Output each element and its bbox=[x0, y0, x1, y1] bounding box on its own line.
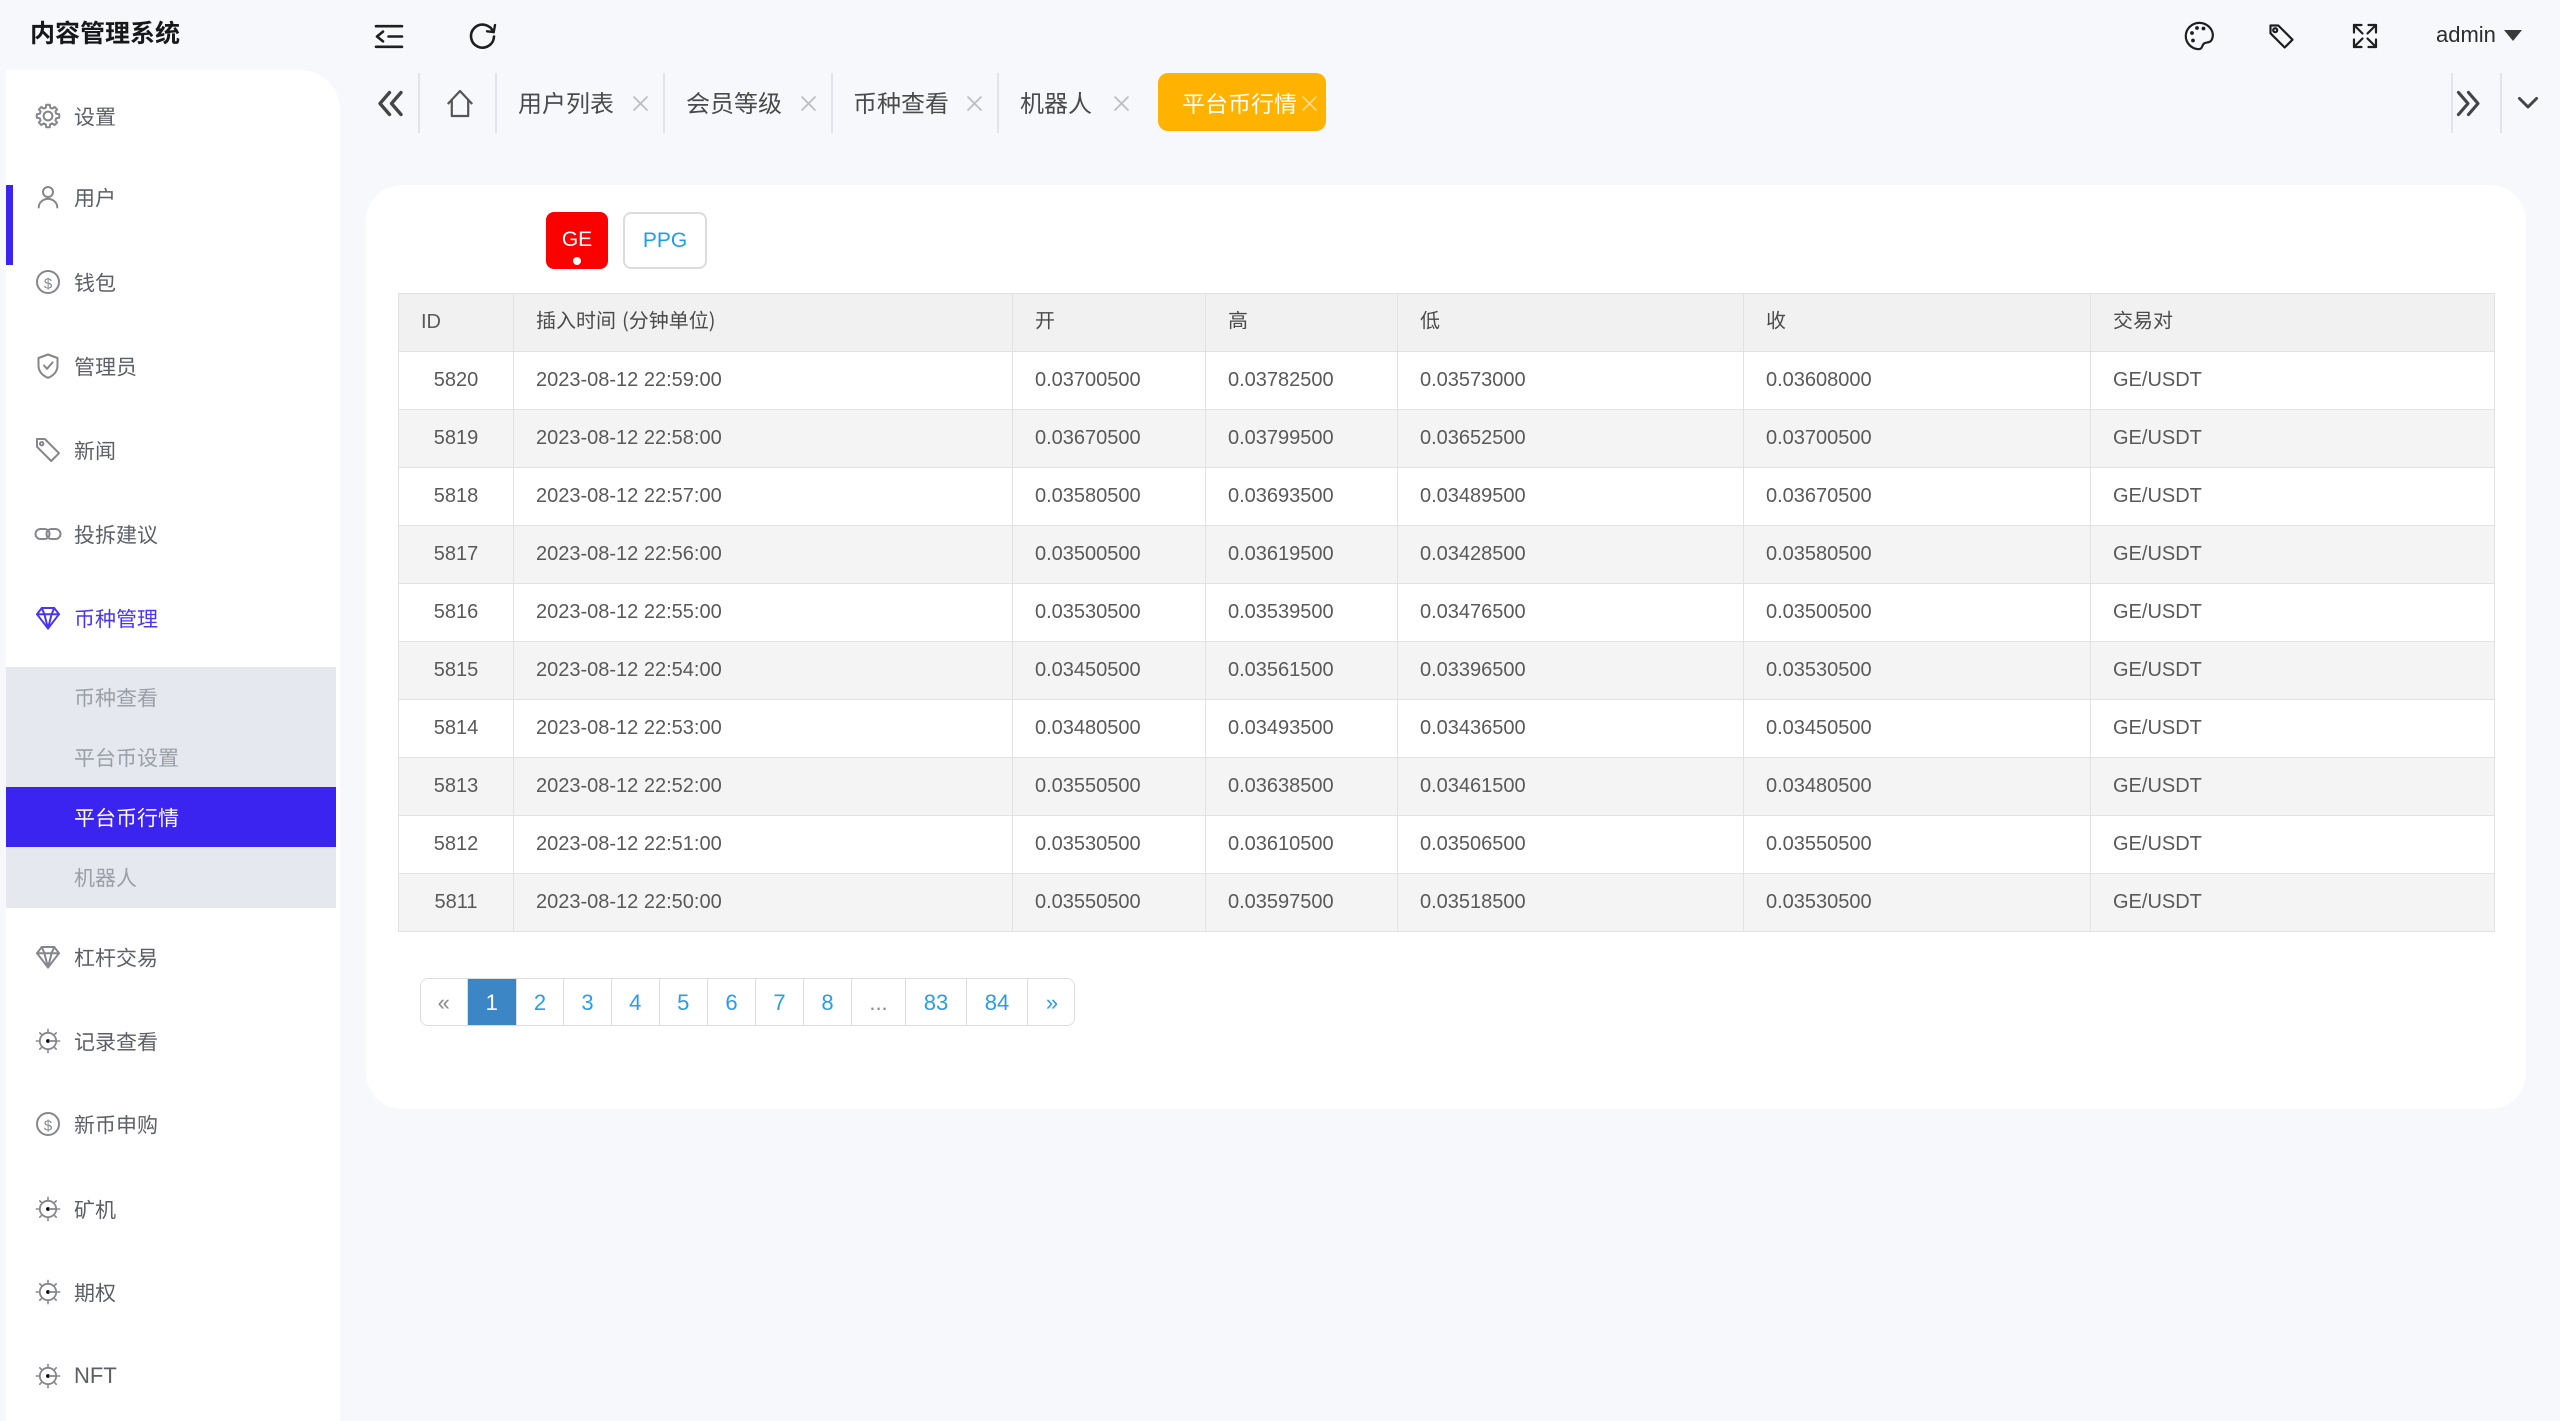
svg-text:$: $ bbox=[44, 1118, 53, 1135]
svg-text:$: $ bbox=[44, 276, 53, 293]
